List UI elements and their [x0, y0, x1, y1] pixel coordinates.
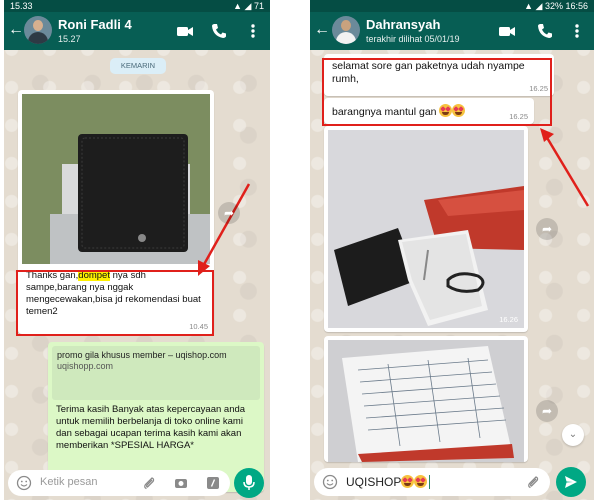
video-call-icon[interactable] [176, 22, 194, 40]
left-chat-screen: 15.33 ▲ ◢ 71 ← Roni Fadli 4 15.27 KEMARI… [4, 0, 270, 500]
send-icon [565, 476, 577, 488]
back-arrow-icon[interactable]: ← [314, 22, 330, 38]
date-separator: KEMARIN [110, 58, 166, 74]
input-value: UQISHOP [346, 475, 434, 489]
status-time: 15.33 [10, 1, 33, 11]
status-time: 16:56 [565, 1, 588, 11]
more-vert-icon[interactable] [244, 22, 262, 40]
emoji-icon[interactable] [322, 474, 338, 490]
annotation-box [16, 270, 214, 336]
reply-text: Terima kasih Banyak atas kepercayaan and… [56, 404, 246, 451]
more-vert-icon[interactable] [568, 22, 586, 40]
chat-header: ← Dahransyah terakhir dilihat 05/01/19 [310, 12, 594, 50]
input-value-text: UQISHOP [346, 475, 402, 489]
photo-time: 16.26 [499, 315, 518, 324]
phone-icon[interactable] [536, 22, 554, 40]
annotation-arrow [540, 128, 590, 207]
voice-record-button[interactable] [234, 468, 264, 498]
attach-icon[interactable] [142, 476, 156, 490]
microphone-icon [243, 475, 255, 490]
status-bar: ▲ ◢ 32% 16:56 [310, 0, 594, 12]
message-input-bar: Ketik pesan [4, 466, 270, 500]
chat-header: ← Roni Fadli 4 15.27 [4, 12, 270, 50]
phone-icon[interactable] [210, 22, 228, 40]
heart-eyes-emoji-icon [401, 475, 415, 488]
share-icon[interactable]: ➦ [218, 202, 240, 224]
battery-level: ▲ ◢ 71 [233, 1, 264, 11]
attach-icon[interactable] [526, 475, 540, 489]
link-url[interactable]: uqishopp.com [57, 361, 255, 372]
incoming-photo-message[interactable]: 16.26 [324, 126, 528, 332]
message-input[interactable]: Ketik pesan [8, 470, 230, 496]
contact-name[interactable]: Dahransyah [366, 17, 440, 32]
annotation-box [322, 58, 552, 126]
contact-name[interactable]: Roni Fadli 4 [58, 17, 132, 32]
input-placeholder: Ketik pesan [40, 476, 98, 488]
last-seen: terakhir dilihat 05/01/19 [366, 34, 460, 44]
battery-percent: 71 [253, 1, 264, 11]
battery-percent: 32% [544, 1, 563, 11]
heart-eyes-emoji-icon [414, 475, 428, 488]
invoice-photo[interactable] [328, 340, 524, 462]
double-chevron-down-icon[interactable]: ⌄ [562, 424, 584, 446]
message-input-bar: UQISHOP [310, 464, 594, 500]
message-input[interactable]: UQISHOP [314, 468, 550, 496]
back-arrow-icon[interactable]: ← [8, 22, 24, 38]
emoji-icon[interactable] [16, 475, 32, 491]
avatar[interactable] [24, 16, 52, 44]
avatar[interactable] [332, 16, 360, 44]
gif-icon[interactable] [206, 476, 220, 490]
status-indicators: ▲ ◢ 32% 16:56 [524, 1, 588, 11]
annotation-arrow [198, 183, 251, 276]
package-photo[interactable] [328, 130, 524, 328]
wallet-photo[interactable] [22, 94, 210, 264]
right-chat-screen: ▲ ◢ 32% 16:56 ← Dahransyah terakhir dili… [310, 0, 594, 500]
send-button[interactable] [556, 467, 586, 497]
video-call-icon[interactable] [498, 22, 516, 40]
last-seen: 15.27 [58, 34, 81, 44]
text-cursor [429, 475, 434, 489]
status-bar: 15.33 ▲ ◢ 71 [4, 0, 270, 12]
link-title: promo gila khusus member – uqishop.com [57, 350, 227, 360]
incoming-photo-message[interactable] [324, 336, 528, 462]
camera-icon[interactable] [174, 476, 188, 490]
share-icon[interactable]: ➦ [536, 400, 558, 422]
share-icon[interactable]: ➦ [536, 218, 558, 240]
link-preview[interactable]: promo gila khusus member – uqishop.com u… [52, 346, 260, 400]
